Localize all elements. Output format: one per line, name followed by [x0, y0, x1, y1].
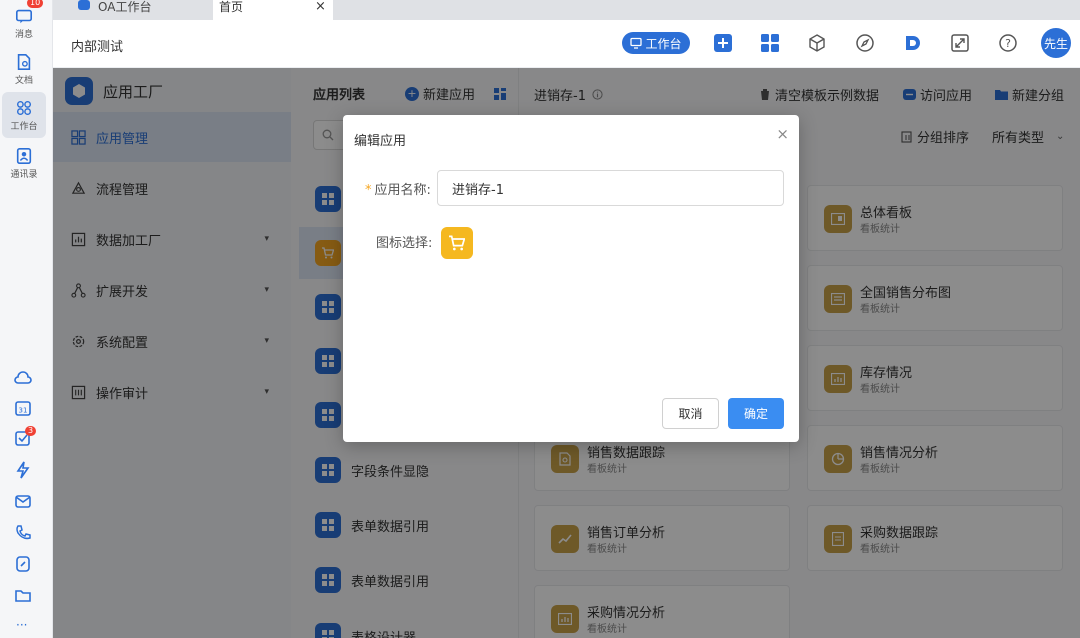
svg-text:31: 31 [19, 407, 28, 415]
org-title: 内部测试 [71, 40, 124, 55]
monitor-icon [630, 37, 643, 49]
app-name-input[interactable]: 进销存-1 [437, 170, 784, 206]
fullscreen-icon[interactable] [950, 33, 970, 53]
tab-oa-workbench[interactable]: OA工作台 [78, 0, 218, 20]
icon-picker[interactable] [441, 227, 473, 259]
dialog-title: 编辑应用 [354, 134, 407, 149]
svg-text:?: ? [1005, 37, 1011, 50]
app-logo-icon [78, 0, 90, 10]
cube-outline-icon[interactable] [807, 33, 827, 53]
note-icon[interactable] [13, 554, 33, 574]
rail-docs[interactable]: 文档 [2, 46, 46, 92]
workbench-button-label: 工作台 [645, 36, 682, 51]
compass-icon[interactable] [855, 33, 875, 53]
top-header: 内部测试 工作台 ? 先生 [53, 20, 1080, 68]
document-icon [17, 53, 31, 70]
rail-contacts-label: 通讯录 [10, 169, 38, 180]
workbench-button[interactable]: 工作台 [622, 32, 690, 54]
edit-app-dialog: 编辑应用 × * 应用名称: 进销存-1 图标选择: 取消 确定 [343, 115, 799, 442]
add-icon[interactable] [713, 33, 733, 53]
phone-icon[interactable] [13, 523, 33, 543]
cart-icon [449, 235, 465, 251]
rail-workbench[interactable]: 工作台 [2, 92, 46, 138]
left-rail: 消息 10 文档 工作台 通讯录 31 3 ··· [0, 0, 53, 638]
confirm-button[interactable]: 确定 [728, 398, 784, 429]
calendar-icon[interactable]: 31 [13, 398, 33, 418]
rail-messages-label: 消息 [14, 29, 33, 40]
tab-close-icon[interactable]: × [315, 0, 326, 14]
app-name-value: 进销存-1 [452, 182, 504, 198]
tab-home[interactable]: 首页 × [213, 0, 333, 20]
brand-d-icon[interactable] [902, 33, 922, 53]
required-mark: * [365, 183, 372, 198]
todo-badge: 3 [25, 426, 37, 436]
close-icon[interactable]: × [776, 125, 789, 143]
apps-grid-icon[interactable] [760, 33, 780, 53]
rail-contacts[interactable]: 通讯录 [2, 140, 46, 186]
rail-docs-label: 文档 [14, 75, 33, 86]
avatar[interactable]: 先生 [1041, 28, 1071, 58]
rail-messages[interactable]: 消息 10 [2, 0, 46, 46]
tab-strip: OA工作台 首页 × [53, 0, 1080, 20]
lightning-icon[interactable] [13, 460, 33, 480]
tab-home-label: 首页 [219, 0, 244, 14]
cancel-button[interactable]: 取消 [662, 398, 719, 429]
messages-badge: 10 [27, 0, 44, 8]
grid-circles-icon [16, 100, 32, 115]
mail-icon[interactable] [13, 491, 33, 511]
app-name-label: * 应用名称: [365, 179, 431, 198]
folder-icon[interactable] [13, 585, 33, 605]
icon-select-label: 图标选择: [376, 236, 433, 251]
app-name-label-text: 应用名称: [374, 183, 431, 198]
tab-oa-label: OA工作台 [98, 0, 152, 14]
cloud-icon[interactable] [13, 368, 33, 388]
help-icon[interactable]: ? [998, 33, 1018, 53]
more-icon[interactable]: ··· [16, 618, 27, 632]
contacts-icon [16, 147, 32, 164]
rail-workbench-label: 工作台 [10, 121, 38, 132]
chat-icon [15, 9, 33, 23]
